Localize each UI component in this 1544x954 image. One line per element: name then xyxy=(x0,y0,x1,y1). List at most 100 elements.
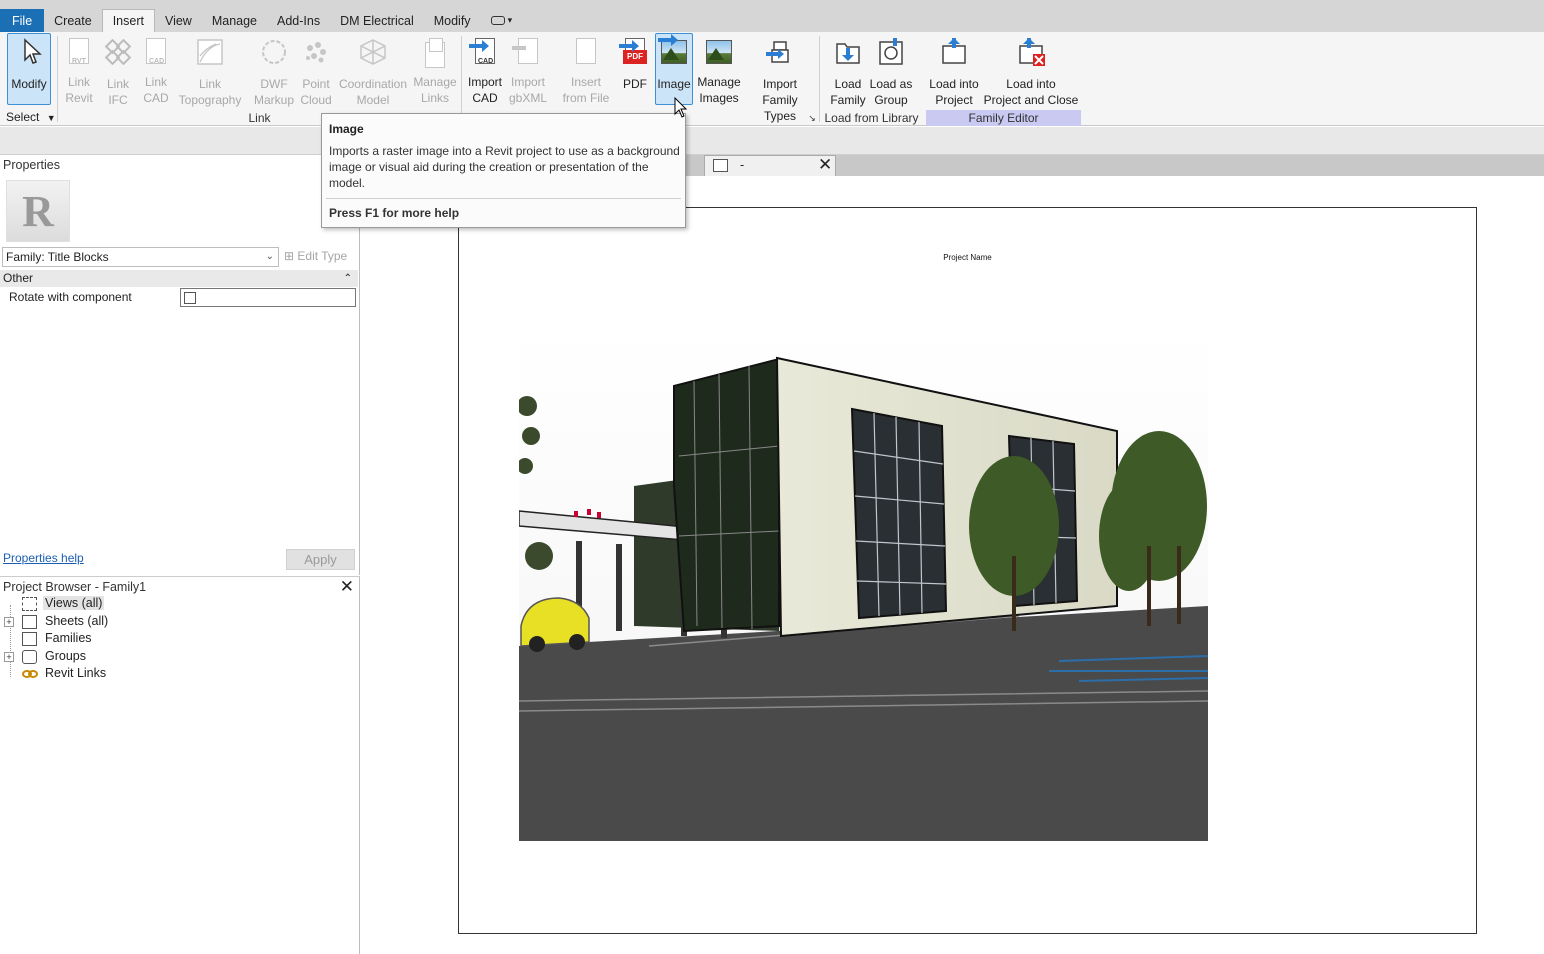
load-into-project-and-close-icon xyxy=(1015,36,1047,68)
tab-dm-electrical[interactable]: DM Electrical xyxy=(330,9,424,32)
tooltip-title: Image xyxy=(329,122,364,136)
link-topography-button[interactable]: Link Topography xyxy=(176,34,244,107)
modify-label: Modify xyxy=(11,77,47,91)
point-cloud-label: Point Cloud xyxy=(300,77,332,107)
project-browser-title: Project Browser - Family1 xyxy=(3,580,147,594)
link-revit-label: Link Revit xyxy=(65,75,93,105)
chevron-down-icon: ▼ xyxy=(46,113,56,123)
load-into-project-button[interactable]: Load into Project xyxy=(924,34,984,107)
edit-type-label: Edit Type xyxy=(297,249,348,263)
view-tab[interactable]: - ✕ xyxy=(704,155,836,176)
link-ifc-button[interactable]: Link IFC xyxy=(100,34,136,107)
tree-item-label: Revit Links xyxy=(45,666,107,680)
modify-button[interactable]: Modify xyxy=(7,33,51,105)
load-into-project-and-close-button[interactable]: Load into Project and Close xyxy=(983,34,1079,107)
tree-item-label: Groups xyxy=(45,649,86,663)
tab-create[interactable]: Create xyxy=(44,9,102,32)
tab-modify[interactable]: Modify xyxy=(424,9,481,32)
load-family-icon xyxy=(832,36,864,68)
image-icon xyxy=(658,34,690,68)
point-cloud-button[interactable]: Point Cloud xyxy=(298,34,334,107)
image-label: Image xyxy=(657,77,691,91)
expand-plus-icon[interactable]: + xyxy=(4,652,14,662)
link-cad-button[interactable]: CAD Link CAD xyxy=(138,34,174,106)
manage-images-icon xyxy=(703,36,735,66)
load-as-group-button[interactable]: Load as Group xyxy=(868,34,914,107)
tab-file[interactable]: File xyxy=(0,9,45,32)
type-selector[interactable]: Family: Title Blocks ⌄ xyxy=(2,247,279,267)
manage-images-label: Manage Images xyxy=(697,75,741,105)
dwf-markup-button[interactable]: DWF Markup xyxy=(252,34,296,107)
tab-view[interactable]: View xyxy=(155,9,202,32)
sheets-icon xyxy=(22,615,37,629)
load-into-project-icon xyxy=(938,36,970,68)
image-button[interactable]: Image xyxy=(655,33,693,105)
building-render-image xyxy=(519,326,1208,841)
group-label: Other xyxy=(3,271,34,285)
apply-button[interactable]: Apply xyxy=(286,549,355,570)
properties-help-link[interactable]: Properties help xyxy=(3,551,84,565)
rotate-with-component-checkbox[interactable] xyxy=(184,292,196,304)
import-gbxml-button[interactable]: Import gbXML xyxy=(507,34,549,106)
import-panel-launcher[interactable]: ↘ xyxy=(807,110,817,126)
select-dropdown[interactable]: Select ▼ xyxy=(6,110,56,124)
edit-type-button[interactable]: ⊞ Edit Type xyxy=(284,249,347,263)
properties-title: Properties xyxy=(3,158,60,172)
edit-type-icon: ⊞ xyxy=(284,249,295,263)
close-icon[interactable]: ✕ xyxy=(340,577,354,597)
context-switcher-button[interactable]: ▾ xyxy=(481,9,523,32)
import-cad-icon: CAD xyxy=(469,36,501,66)
groups-icon xyxy=(22,650,37,664)
panel-label-load-from-library: Load from Library xyxy=(824,111,919,125)
manage-images-button[interactable]: Manage Images xyxy=(696,34,742,106)
topography-icon xyxy=(194,36,226,68)
coordination-model-icon xyxy=(357,36,389,68)
properties-palette: Properties R Family: Title Blocks ⌄ ⊞ Ed… xyxy=(0,155,360,575)
link-ifc-label: Link IFC xyxy=(106,77,129,107)
link-cad-icon: CAD xyxy=(140,36,172,66)
load-into-project-close-label: Load into Project and Close xyxy=(983,77,1079,107)
load-as-group-icon xyxy=(875,36,907,68)
load-family-button[interactable]: Load Family xyxy=(826,34,870,107)
coordination-model-button[interactable]: Coordination Model xyxy=(336,34,410,107)
property-row-rotate-with-component: Rotate with component xyxy=(0,288,358,308)
views-icon xyxy=(22,597,37,611)
insert-from-file-label: Insert from File xyxy=(562,75,610,105)
families-icon xyxy=(22,632,37,646)
drawing-area[interactable]: Project Name xyxy=(361,176,1544,954)
property-group-other[interactable]: Other ⌃ xyxy=(0,270,358,287)
ribbon-tab-bar: File Create Insert View Manage Add-Ins D… xyxy=(0,9,1544,32)
manage-links-icon xyxy=(419,36,451,68)
import-pdf-button[interactable]: PDF PDF xyxy=(617,34,653,106)
tree-item-label: Sheets (all) xyxy=(45,614,109,628)
dwf-markup-icon xyxy=(258,36,290,68)
import-gbxml-icon xyxy=(512,36,544,66)
import-cad-button[interactable]: CAD Import CAD xyxy=(465,34,505,106)
load-into-project-label: Load into Project xyxy=(929,77,979,107)
link-cad-label: Link CAD xyxy=(143,75,169,105)
manage-links-button[interactable]: Manage Links xyxy=(412,34,458,106)
tooltip-divider xyxy=(326,198,681,199)
project-browser: Project Browser - Family1 ✕ Views (all) … xyxy=(0,576,360,954)
tab-add-ins[interactable]: Add-Ins xyxy=(267,9,330,32)
tab-manage[interactable]: Manage xyxy=(202,9,267,32)
close-icon[interactable]: ✕ xyxy=(818,155,832,175)
panel-separator xyxy=(57,36,58,122)
options-bar xyxy=(0,127,1544,155)
quick-access-toolbar xyxy=(0,0,1544,9)
import-family-types-button[interactable]: Import Family Types xyxy=(745,34,815,123)
expand-plus-icon[interactable]: + xyxy=(4,617,14,627)
tooltip-body: Imports a raster image into a Revit proj… xyxy=(329,144,680,190)
tab-insert[interactable]: Insert xyxy=(101,9,155,32)
chain-link-icon xyxy=(22,667,38,681)
import-gbxml-label: Import gbXML xyxy=(508,75,548,105)
pdf-icon: PDF xyxy=(619,36,651,68)
insert-from-file-icon xyxy=(570,36,602,66)
chevron-down-icon: ⌄ xyxy=(265,251,274,262)
collapse-icon: ⌃ xyxy=(343,273,352,284)
sheet-view-icon xyxy=(713,159,728,172)
insert-from-file-button[interactable]: Insert from File xyxy=(556,34,616,106)
type-selector-value: Family: Title Blocks xyxy=(6,250,109,264)
link-revit-button[interactable]: RVT Link Revit xyxy=(61,34,97,106)
tree-item-label: Families xyxy=(45,631,92,645)
